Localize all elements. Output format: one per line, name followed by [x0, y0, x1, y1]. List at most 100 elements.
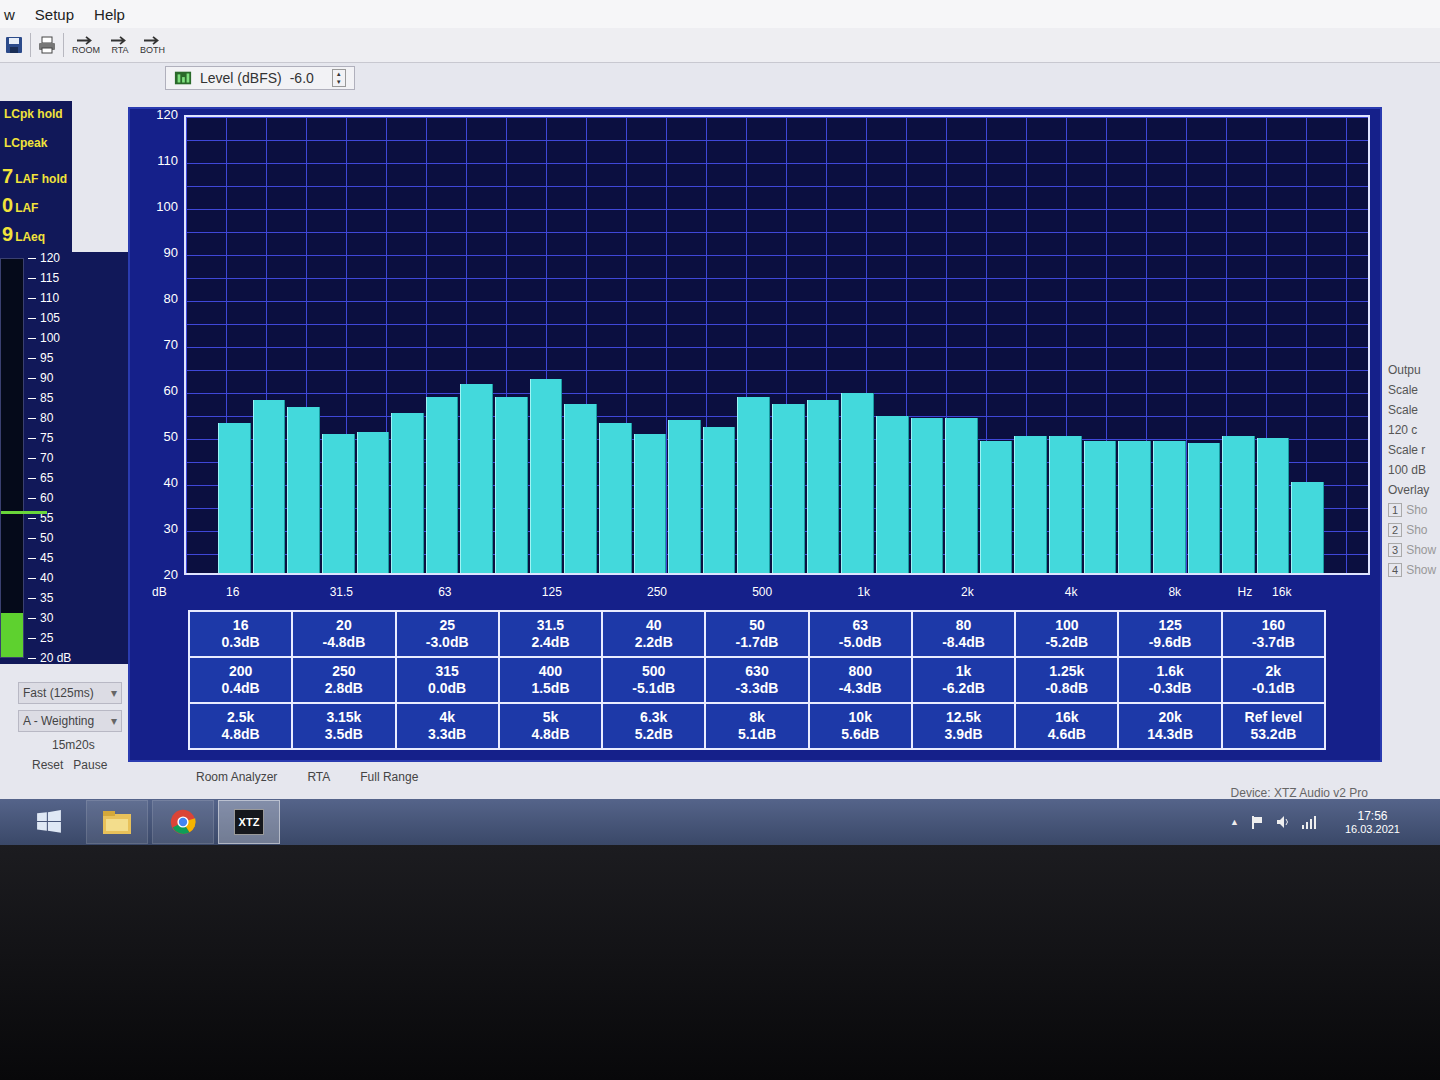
- band-bar: [1014, 436, 1047, 573]
- menu-item[interactable]: Help: [94, 6, 125, 23]
- readout: 7LAF hold: [2, 165, 68, 188]
- tray-expand[interactable]: ▲: [1230, 817, 1239, 827]
- band-bar: [357, 432, 390, 573]
- table-cell: 16k4.6dB: [1016, 704, 1117, 748]
- taskbar-app[interactable]: XTZ: [218, 800, 280, 844]
- mode-button[interactable]: ROOM: [70, 36, 102, 55]
- status-tab[interactable]: Room Analyzer: [196, 770, 277, 784]
- screen: wSetupHelpROOMRTABOTHLevel (dBFS)-6.0▲▼L…: [0, 0, 1440, 845]
- table-cell: 50-1.7dB: [706, 612, 807, 656]
- table-cell: 160.3dB: [190, 612, 291, 656]
- level-field[interactable]: -6.0: [290, 70, 324, 86]
- spin-down-button[interactable]: ▼: [333, 78, 345, 86]
- table-cell: 2502.8dB: [293, 658, 394, 702]
- band-bar: [1118, 441, 1151, 573]
- save-icon[interactable]: [4, 35, 24, 55]
- analyzer-area: 1201101009080706050403020dB1631.56312525…: [128, 93, 1382, 799]
- table-cell: 10k5.6dB: [810, 704, 911, 748]
- meter-scale: 1201151101051009590858075706560555045403…: [28, 251, 120, 665]
- overlay-row[interactable]: 2Sho: [1388, 523, 1440, 537]
- meter-track: [0, 258, 24, 658]
- overlay-row[interactable]: 3Show: [1388, 543, 1440, 557]
- table-cell: 630-3.3dB: [706, 658, 807, 702]
- speaker-icon[interactable]: [1275, 814, 1291, 830]
- band-bar: [807, 400, 840, 573]
- band-bar: [1049, 436, 1082, 573]
- band-bar: [1153, 441, 1186, 573]
- band-bar: [1188, 443, 1221, 573]
- toolbar-separator: [63, 33, 64, 57]
- level-meter: 1201151101051009590858075706560555045403…: [0, 252, 128, 664]
- readout: LCpeak: [2, 136, 68, 159]
- band-bar: [911, 418, 944, 573]
- print-icon[interactable]: [37, 35, 57, 55]
- status-tab[interactable]: Full Range: [360, 770, 418, 784]
- mode-button[interactable]: RTA: [108, 36, 132, 55]
- side-label: 100 dB: [1388, 463, 1440, 477]
- band-bar: [1222, 436, 1255, 573]
- level-row: Level (dBFS)-6.0▲▼: [0, 63, 1440, 93]
- spin-up-button[interactable]: ▲: [333, 70, 345, 78]
- readout: 9LAeq: [2, 223, 68, 246]
- controls: Fast (125ms)▾ A - Weighting▾ 15m20s Reset Pa…: [0, 664, 128, 772]
- elapsed-time: 15m20s: [18, 738, 122, 752]
- meter-column: LCpk holdLCpeak7LAF hold0LAF9LAeq1201151…: [0, 93, 128, 799]
- band-bar: [772, 404, 805, 573]
- status-bar: Room Analyzer RTA Full Range Device: XTZ Au…: [128, 762, 1382, 800]
- band-bar: [1257, 438, 1290, 573]
- control-button[interactable]: Pause: [73, 758, 107, 772]
- status-tab[interactable]: RTA: [307, 770, 330, 784]
- plot-area: [184, 115, 1370, 575]
- signal-icon[interactable]: [1301, 814, 1317, 830]
- toolbar-separator: [30, 33, 31, 57]
- control-button[interactable]: Reset: [32, 758, 63, 772]
- y-axis-label: dB: [134, 585, 178, 599]
- weighting-select[interactable]: A - Weighting▾: [18, 710, 122, 732]
- taskbar-app[interactable]: [152, 800, 214, 844]
- arrow-icon: [143, 36, 163, 45]
- taskbar-app[interactable]: [86, 800, 148, 844]
- band-bar: [668, 420, 701, 573]
- table-cell: 5k4.8dB: [500, 704, 601, 748]
- band-bar: [876, 416, 909, 573]
- side-label: Overlay: [1388, 483, 1440, 497]
- readouts-panel: LCpk holdLCpeak7LAF hold0LAF9LAeq: [0, 101, 72, 252]
- band-bar: [703, 427, 736, 573]
- mode-button[interactable]: BOTH: [138, 36, 167, 55]
- band-bar: [980, 441, 1013, 573]
- table-cell: 4001.5dB: [500, 658, 601, 702]
- flag-icon[interactable]: [1249, 814, 1265, 830]
- side-label: Scale: [1388, 383, 1440, 397]
- table-cell: 100-5.2dB: [1016, 612, 1117, 656]
- windows-icon[interactable]: [36, 809, 62, 835]
- band-bar: [426, 397, 459, 573]
- taskbar: XTZ ▲ 17:5616.03.2021: [0, 799, 1440, 845]
- folder-icon: [102, 808, 132, 836]
- system-tray: ▲ 17:5616.03.2021: [1230, 809, 1440, 835]
- device-label: Device: XTZ Audio v2 Pro: [1231, 770, 1368, 800]
- table-cell: 80-8.4dB: [913, 612, 1014, 656]
- menu-item[interactable]: w: [4, 6, 15, 23]
- x-axis: 1631.5631252505001k2k4k8kHz16k: [178, 585, 1370, 599]
- band-bar: [530, 379, 563, 573]
- table-cell: Ref level53.2dB: [1223, 704, 1324, 748]
- table-cell: 2k-0.1dB: [1223, 658, 1324, 702]
- table-cell: 2000.4dB: [190, 658, 291, 702]
- clock[interactable]: 17:5616.03.2021: [1345, 809, 1400, 835]
- arrow-icon: [110, 36, 130, 45]
- table-cell: 6.3k5.2dB: [603, 704, 704, 748]
- level-spinner[interactable]: ▲▼: [332, 69, 346, 87]
- overlay-row[interactable]: 4Show: [1388, 563, 1440, 577]
- band-bar: [1084, 441, 1117, 573]
- table-cell: 3150.0dB: [397, 658, 498, 702]
- overlay-row[interactable]: 1Sho: [1388, 503, 1440, 517]
- table-cell: 20-4.8dB: [293, 612, 394, 656]
- table-cell: 500-5.1dB: [603, 658, 704, 702]
- response-select[interactable]: Fast (125ms)▾: [18, 682, 122, 704]
- level-icon: [174, 69, 192, 87]
- band-bar: [1291, 482, 1324, 573]
- workspace: LCpk holdLCpeak7LAF hold0LAF9LAeq1201151…: [0, 93, 1440, 799]
- menu-item[interactable]: Setup: [35, 6, 74, 23]
- menu-bar: w Setup Help: [0, 0, 1440, 28]
- table-cell: 800-4.3dB: [810, 658, 911, 702]
